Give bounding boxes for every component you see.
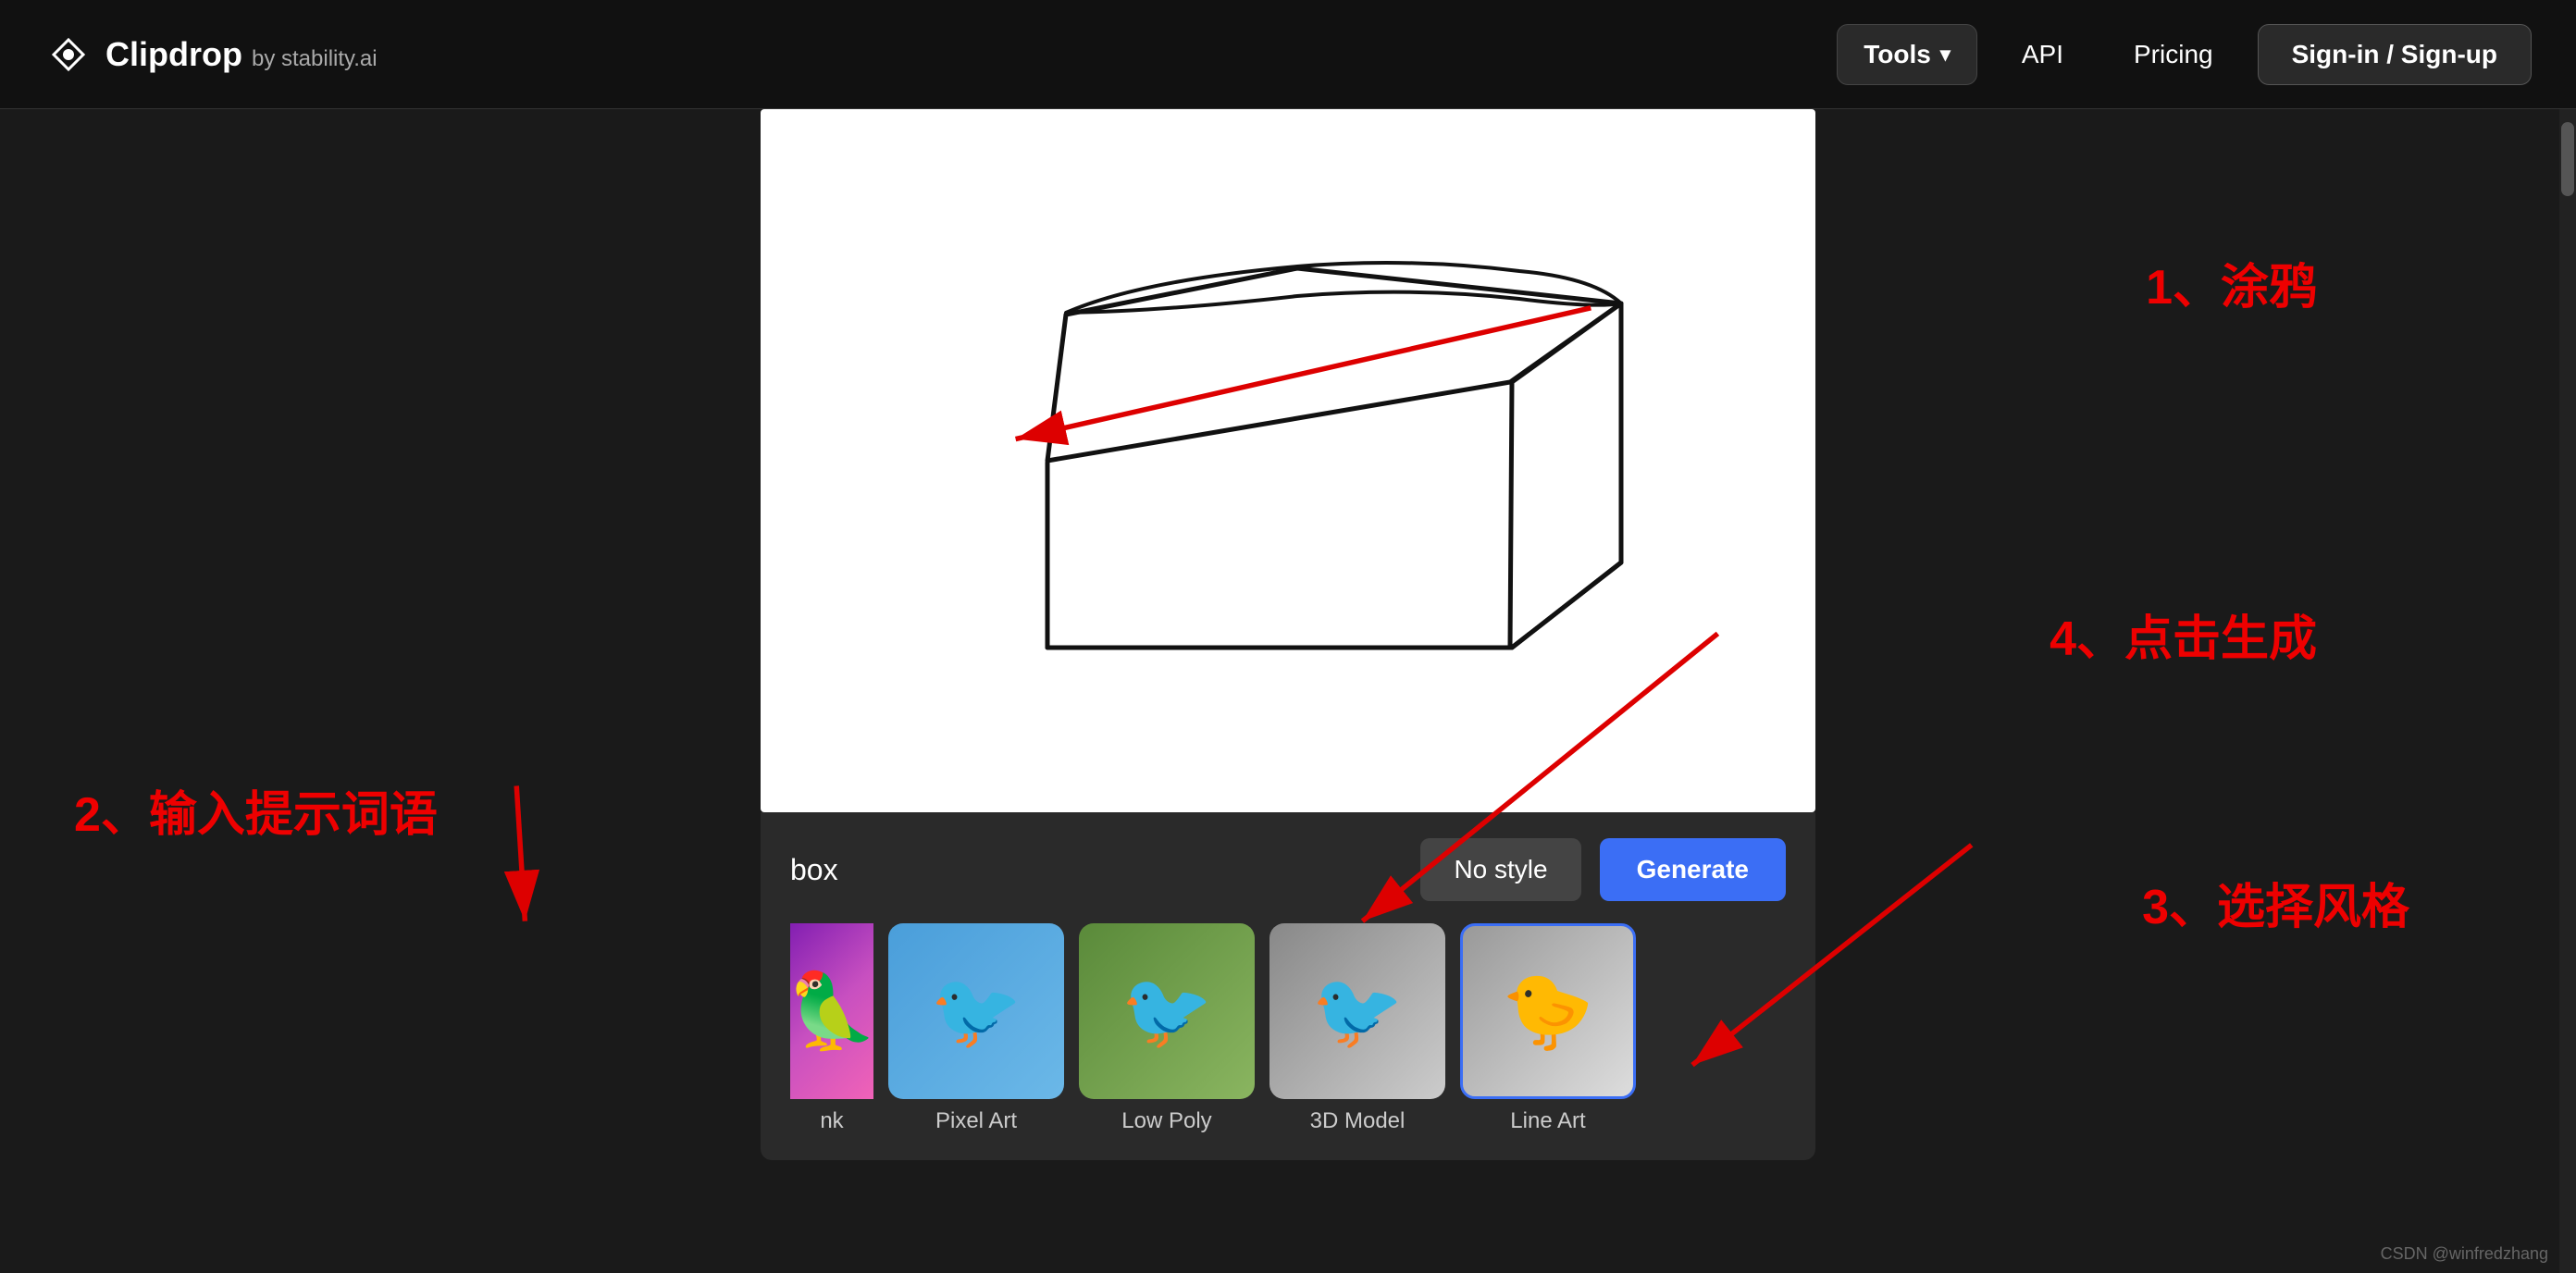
annotation-step3: 3、选择风格 (2142, 868, 2409, 937)
style-preview-ink: 🦜 (790, 923, 873, 1099)
style-item-line-art[interactable]: 🐤 Line Art (1460, 923, 1636, 1134)
annotation-step1: 1、涂鸦 (2146, 248, 2317, 317)
canvas-wrapper: No style Generate 🦜 nk 🐦 Pixel Art 🐦 Low… (761, 109, 1815, 812)
generate-button[interactable]: Generate (1600, 838, 1786, 901)
style-item-ink-partial[interactable]: 🦜 nk (790, 923, 873, 1134)
style-label-3d-model: 3D Model (1310, 1108, 1406, 1134)
logo-by-text: by stability.ai (252, 46, 378, 71)
scrollbar-thumb[interactable] (2561, 122, 2574, 196)
style-label-low-poly: Low Poly (1121, 1108, 1211, 1134)
drawing-canvas[interactable] (761, 109, 1815, 812)
style-selector: 🦜 nk 🐦 Pixel Art 🐦 Low Poly 🐦 3D Model (790, 923, 1786, 1134)
style-item-low-poly[interactable]: 🐦 Low Poly (1079, 923, 1255, 1134)
annotation-step4: 4、点击生成 (2050, 599, 2317, 669)
signin-button[interactable]: Sign-in / Sign-up (2258, 24, 2532, 85)
bottom-panel: No style Generate 🦜 nk 🐦 Pixel Art 🐦 Low… (761, 812, 1815, 1160)
style-preview-line-art: 🐤 (1460, 923, 1636, 1099)
logo-name: Clipdrop by stability.ai (105, 35, 378, 74)
style-preview-3d-model: 🐦 (1269, 923, 1445, 1099)
annotation-step2: 2、输入提示词语 (74, 775, 438, 845)
input-row: No style Generate (790, 838, 1786, 901)
logo-icon (44, 31, 93, 79)
style-label-line-art: Line Art (1510, 1108, 1585, 1134)
main-content: No style Generate 🦜 nk 🐦 Pixel Art 🐦 Low… (0, 109, 2576, 1273)
tools-label: Tools (1864, 40, 1931, 69)
style-preview-low-poly: 🐦 (1079, 923, 1255, 1099)
style-label-ink: nk (820, 1108, 843, 1134)
logo-area: Clipdrop by stability.ai (44, 31, 378, 79)
logo-brand: Clipdrop (105, 35, 242, 73)
style-item-3d-model[interactable]: 🐦 3D Model (1269, 923, 1445, 1134)
style-preview-pixel-art: 🐦 (888, 923, 1064, 1099)
style-label-pixel-art: Pixel Art (935, 1108, 1017, 1134)
no-style-button[interactable]: No style (1420, 838, 1580, 901)
watermark: CSDN @winfredzhang (2381, 1244, 2548, 1264)
api-link[interactable]: API (1996, 25, 2089, 84)
style-item-pixel-art[interactable]: 🐦 Pixel Art (888, 923, 1064, 1134)
tools-button[interactable]: Tools ▾ (1837, 24, 1977, 85)
chevron-down-icon: ▾ (1940, 43, 1951, 67)
header: Clipdrop by stability.ai Tools ▾ API Pri… (0, 0, 2576, 109)
prompt-input[interactable] (790, 846, 1402, 895)
nav-area: Tools ▾ API Pricing Sign-in / Sign-up (1837, 24, 2532, 85)
scrollbar[interactable] (2559, 109, 2576, 1273)
pricing-link[interactable]: Pricing (2108, 25, 2239, 84)
